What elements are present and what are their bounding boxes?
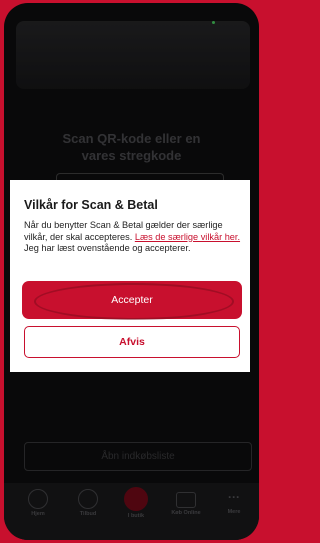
accept-button[interactable]: Accepter	[24, 283, 240, 320]
decline-button[interactable]: Afvis	[24, 326, 240, 358]
terms-link[interactable]: Læs de særlige vilkår her.	[135, 232, 240, 242]
dialog-title: Vilkår for Scan & Betal	[24, 198, 158, 212]
dialog-body: Når du benytter Scan & Betal gælder der …	[24, 220, 241, 253]
terms-dialog: Vilkår for Scan & Betal Når du benytter …	[10, 180, 250, 372]
